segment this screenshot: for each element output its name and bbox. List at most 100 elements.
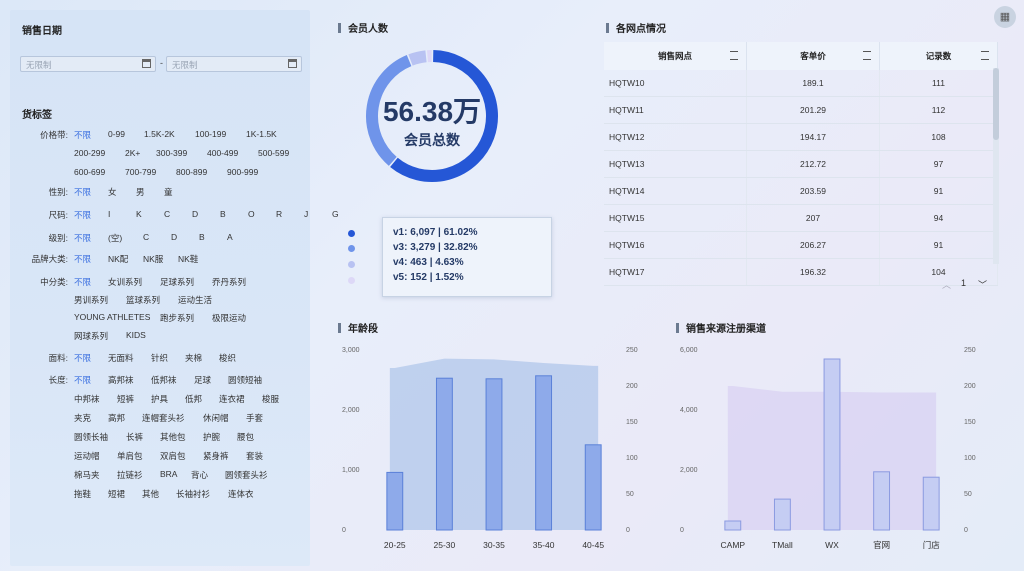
filter-option[interactable]: 休闲帽 bbox=[203, 412, 229, 424]
filter-option[interactable]: 不限 bbox=[74, 374, 91, 386]
filter-option[interactable]: 高邦 bbox=[108, 412, 125, 424]
filter-option[interactable]: 梭服 bbox=[262, 393, 279, 405]
sort-icon[interactable] bbox=[981, 51, 989, 60]
filter-option[interactable]: 双肩包 bbox=[160, 450, 186, 462]
filter-option[interactable]: 长裤 bbox=[126, 431, 143, 443]
prev-page-icon[interactable]: ︿ bbox=[942, 278, 951, 291]
filter-option[interactable]: 护腕 bbox=[203, 431, 220, 443]
filter-option[interactable]: 连帽套头衫 bbox=[142, 412, 185, 424]
filter-option[interactable]: 圆领套头衫 bbox=[225, 469, 268, 481]
filter-option[interactable]: 乔丹系列 bbox=[212, 276, 246, 288]
filter-option[interactable]: 其他 bbox=[142, 488, 159, 500]
legend-dot-v1[interactable] bbox=[348, 230, 355, 237]
filter-option[interactable]: 单肩包 bbox=[117, 450, 143, 462]
bar[interactable] bbox=[435, 377, 453, 531]
filter-option[interactable]: 手套 bbox=[246, 412, 263, 424]
filter-option[interactable]: 不限 bbox=[74, 209, 91, 221]
table-row[interactable]: HQTW12 194.17 108 bbox=[604, 123, 998, 151]
filter-option[interactable]: 短裙 bbox=[108, 488, 125, 500]
filter-option[interactable]: 女训系列 bbox=[108, 276, 142, 288]
filter-option[interactable]: 800-899 bbox=[176, 167, 207, 177]
filter-option[interactable]: 不限 bbox=[74, 352, 91, 364]
filter-option[interactable]: 2K+ bbox=[125, 148, 140, 158]
filter-option[interactable]: 200-299 bbox=[74, 148, 105, 158]
filter-option[interactable]: (空) bbox=[108, 232, 122, 244]
filter-option[interactable]: 运动生活 bbox=[178, 294, 212, 306]
bar[interactable] bbox=[485, 378, 503, 531]
calendar-icon[interactable] bbox=[288, 59, 297, 68]
filter-option[interactable]: 不限 bbox=[74, 276, 91, 288]
filter-option[interactable]: 短裤 bbox=[117, 393, 134, 405]
bar[interactable] bbox=[535, 375, 553, 531]
scrollbar-thumb[interactable] bbox=[993, 68, 999, 140]
filter-option[interactable]: NK服 bbox=[143, 253, 163, 265]
filter-option[interactable]: 运动帽 bbox=[74, 450, 100, 462]
channel-bar-chart[interactable]: 6,000 4,000 2,000 0 250 200 150 100 50 0 CAMP TMall… bbox=[668, 340, 998, 562]
legend-dot-v5[interactable] bbox=[348, 277, 355, 284]
bar[interactable] bbox=[724, 520, 742, 531]
bar[interactable] bbox=[386, 471, 404, 531]
next-page-icon[interactable]: ﹀ bbox=[978, 278, 987, 291]
table-row[interactable]: HQTW13 212.72 97 bbox=[604, 150, 998, 178]
filter-option[interactable]: 极限运动 bbox=[212, 312, 246, 324]
filter-option[interactable]: 长袖衬衫 bbox=[176, 488, 210, 500]
filter-option[interactable]: 网球系列 bbox=[74, 330, 108, 342]
table-scrollbar[interactable] bbox=[993, 68, 999, 264]
filter-option[interactable]: 夹克 bbox=[74, 412, 91, 424]
legend-dot-v3[interactable] bbox=[348, 245, 355, 252]
table-row[interactable]: HQTW14 203.59 91 bbox=[604, 177, 998, 205]
filter-option[interactable]: 拖鞋 bbox=[74, 488, 91, 500]
table-row[interactable]: HQTW16 206.27 91 bbox=[604, 231, 998, 259]
filter-option[interactable]: 护具 bbox=[151, 393, 168, 405]
filter-option[interactable]: 1.5K-2K bbox=[144, 129, 175, 139]
filter-option[interactable]: KIDS bbox=[126, 330, 146, 340]
bar[interactable] bbox=[922, 476, 940, 531]
filter-option[interactable]: J bbox=[304, 209, 308, 219]
filter-option[interactable]: 连体衣 bbox=[228, 488, 254, 500]
filter-option[interactable]: 低邦 bbox=[185, 393, 202, 405]
filter-option[interactable]: 紧身裤 bbox=[203, 450, 229, 462]
calendar-icon[interactable] bbox=[142, 59, 151, 68]
filter-option[interactable]: C bbox=[164, 209, 170, 219]
filter-option[interactable]: 男训系列 bbox=[74, 294, 108, 306]
filter-option[interactable]: BRA bbox=[160, 469, 177, 479]
filter-option[interactable]: 1K-1.5K bbox=[246, 129, 277, 139]
filter-option[interactable]: 其他包 bbox=[160, 431, 186, 443]
filter-option[interactable]: NK鞋 bbox=[178, 253, 198, 265]
filter-option[interactable]: 不限 bbox=[74, 232, 91, 244]
bar[interactable] bbox=[873, 471, 891, 531]
bar[interactable] bbox=[584, 444, 602, 531]
filter-option[interactable]: 套装 bbox=[246, 450, 263, 462]
filter-option[interactable]: 400-499 bbox=[207, 148, 238, 158]
filter-option[interactable]: K bbox=[136, 209, 142, 219]
filter-option[interactable]: YOUNG ATHLETES bbox=[74, 312, 150, 322]
filter-option[interactable]: 600-699 bbox=[74, 167, 105, 177]
filter-option[interactable]: 腰包 bbox=[237, 431, 254, 443]
age-bar-chart[interactable]: 3,000 2,000 1,000 0 250 200 150 100 50 0 20-25 25-3… bbox=[330, 340, 650, 562]
sort-icon[interactable] bbox=[863, 51, 871, 60]
filter-option[interactable]: I bbox=[108, 209, 110, 219]
start-date-field[interactable]: 无限制 bbox=[20, 56, 156, 72]
col-record-count[interactable]: 记录数 bbox=[879, 42, 998, 70]
filter-option[interactable]: C bbox=[143, 232, 149, 242]
filter-option[interactable]: 700-799 bbox=[125, 167, 156, 177]
filter-option[interactable]: 跑步系列 bbox=[160, 312, 194, 324]
filter-option[interactable]: 女 bbox=[108, 186, 117, 198]
filter-option[interactable]: 100-199 bbox=[195, 129, 226, 139]
table-row[interactable]: HQTW10 189.1 111 bbox=[604, 70, 998, 97]
member-donut-chart[interactable]: 56.38万 会员总数 bbox=[364, 48, 500, 184]
filter-option[interactable]: B bbox=[220, 209, 226, 219]
filter-option[interactable]: 棉马夹 bbox=[74, 469, 100, 481]
filter-option[interactable]: 不限 bbox=[74, 129, 91, 141]
filter-option[interactable]: 针织 bbox=[151, 352, 168, 364]
filter-option[interactable]: 足球 bbox=[194, 374, 211, 386]
bar[interactable] bbox=[823, 358, 841, 531]
filter-option[interactable]: 不限 bbox=[74, 186, 91, 198]
filter-option[interactable]: 500-599 bbox=[258, 148, 289, 158]
filter-option[interactable]: 0-99 bbox=[108, 129, 125, 139]
table-row[interactable]: HQTW11 201.29 112 bbox=[604, 96, 998, 124]
filter-option[interactable]: 拉链衫 bbox=[117, 469, 143, 481]
filter-option[interactable]: B bbox=[199, 232, 205, 242]
filter-option[interactable]: 无面料 bbox=[108, 352, 134, 364]
filter-option[interactable]: 梭织 bbox=[219, 352, 236, 364]
